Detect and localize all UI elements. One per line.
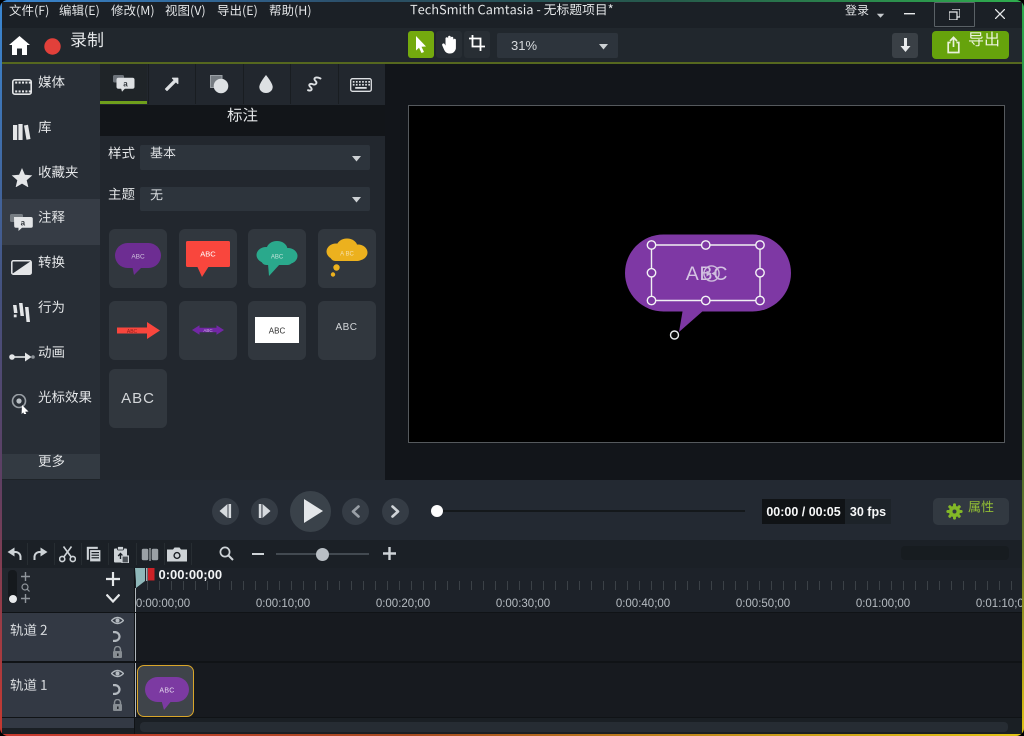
svg-text:a: a (123, 80, 128, 89)
svg-text:ABC: ABC (271, 254, 284, 260)
svg-text:A BC: A BC (340, 251, 354, 257)
svg-text:a: a (21, 218, 26, 227)
svg-text:ABC: ABC (159, 688, 174, 695)
svg-text:ABC: ABC (126, 328, 137, 334)
svg-text:ABC: ABC (200, 249, 216, 258)
svg-text:ABC: ABC (269, 327, 286, 336)
svg-text:ABC: ABC (203, 328, 213, 333)
svg-text:ABC: ABC (131, 253, 145, 260)
